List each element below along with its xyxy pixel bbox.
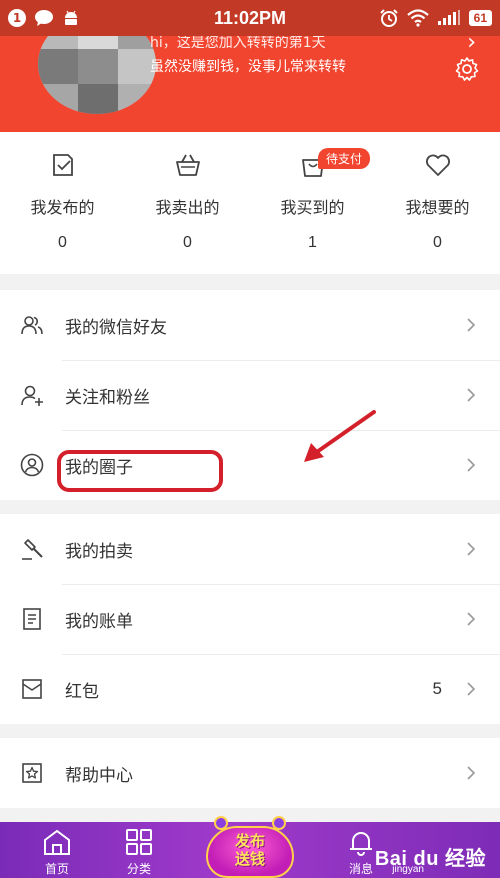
stat-label: 我发布的	[30, 198, 95, 217]
menu-item-label: 我的拍卖	[65, 541, 133, 562]
home-icon	[44, 829, 70, 855]
circle-user-icon	[20, 453, 44, 477]
promo-label-line2: 送钱	[234, 850, 265, 868]
menu-item-help-center[interactable]: 帮助中心	[0, 738, 500, 808]
nav-label: 分类	[126, 862, 151, 876]
red-envelope-count: 5	[432, 679, 442, 698]
menu-item-label: 关注和粉丝	[65, 387, 150, 408]
android-icon	[65, 10, 77, 25]
status-bar: 1 11:02PM 61	[0, 0, 500, 36]
menu-item-bill[interactable]: 我的账单	[0, 584, 500, 654]
stat-label: 我买到的	[280, 198, 345, 217]
nav-category[interactable]: 分类	[104, 828, 174, 877]
stat-count: 0	[183, 234, 192, 251]
bell-icon	[350, 832, 372, 856]
heart-icon	[425, 154, 450, 176]
avatar[interactable]	[38, 36, 156, 114]
stat-label: 我想要的	[405, 198, 470, 217]
check-box-icon	[52, 154, 73, 176]
basket-icon	[175, 154, 200, 176]
signal-icon	[437, 10, 460, 25]
user-plus-icon	[21, 385, 43, 406]
pending-payment-badge: 待支付	[317, 148, 371, 169]
menu-group-account: 我的拍卖 我的账单 红包 5	[0, 514, 500, 724]
menu-item-label: 红包	[65, 681, 99, 702]
bill-icon	[23, 608, 41, 630]
stat-sold[interactable]: 我卖出的 0	[125, 132, 250, 274]
menu-item-follow-fans[interactable]: 关注和粉丝	[0, 360, 500, 430]
chevron-right-icon	[467, 542, 476, 556]
menu-item-label: 我的微信好友	[65, 317, 167, 338]
stat-label: 我卖出的	[155, 198, 220, 217]
annotation-highlight-box	[57, 450, 223, 492]
chevron-right-icon	[467, 388, 476, 402]
chat-bubble-icon	[35, 10, 53, 26]
baidu-watermark: Bai du 经验 jingyan	[375, 842, 486, 875]
chevron-right-icon	[467, 318, 476, 332]
menu-item-auction[interactable]: 我的拍卖	[0, 514, 500, 584]
menu-item-wechat-friends[interactable]: 我的微信好友	[0, 290, 500, 360]
menu-group-help: 帮助中心	[0, 738, 500, 808]
annotation-arrow-icon	[304, 410, 376, 462]
alarm-icon	[379, 9, 398, 27]
grid-icon	[126, 829, 152, 855]
friends-icon	[21, 316, 43, 335]
order-stats-card: 我发布的 0 我卖出的 0 我买到的 1 我想要的 0 待支付	[0, 132, 500, 274]
red-envelope-icon	[22, 679, 42, 699]
stat-published[interactable]: 我发布的 0	[0, 132, 125, 274]
notification-count-badge: 1	[8, 9, 26, 27]
watermark-sub: jingyan	[392, 864, 424, 875]
promo-label: 发布 送钱	[206, 832, 294, 868]
star-box-icon	[22, 763, 42, 783]
chevron-right-icon	[467, 612, 476, 626]
chevron-right-icon	[467, 766, 476, 780]
welcome-message-line2: 虽然没赚到钱，没事儿常来转转	[150, 59, 346, 75]
nav-label: 首页	[44, 862, 69, 876]
wifi-icon	[406, 9, 429, 27]
profile-header[interactable]: hi，这是您加入转转的第1天 虽然没赚到钱，没事儿常来转转 ›	[0, 36, 500, 132]
nav-home[interactable]: 首页	[22, 828, 92, 877]
chevron-right-icon[interactable]: ›	[467, 36, 476, 55]
stat-count: 0	[433, 234, 442, 251]
stat-count: 1	[308, 234, 317, 251]
publish-promo-button[interactable]: 发布 送钱	[198, 812, 302, 878]
battery-indicator: 61	[468, 10, 492, 26]
gear-icon[interactable]	[454, 56, 480, 82]
menu-item-label: 我的账单	[65, 611, 133, 632]
stat-wanted[interactable]: 我想要的 0	[375, 132, 500, 274]
chevron-right-icon	[467, 682, 476, 696]
menu-item-label: 帮助中心	[65, 765, 133, 786]
welcome-message-line1: hi，这是您加入转转的第1天	[150, 36, 326, 51]
promo-label-line1: 发布	[234, 832, 265, 850]
gavel-icon	[22, 539, 43, 560]
menu-item-red-envelope[interactable]: 红包 5	[0, 654, 500, 724]
stat-count: 0	[58, 234, 67, 251]
chevron-right-icon	[467, 458, 476, 472]
